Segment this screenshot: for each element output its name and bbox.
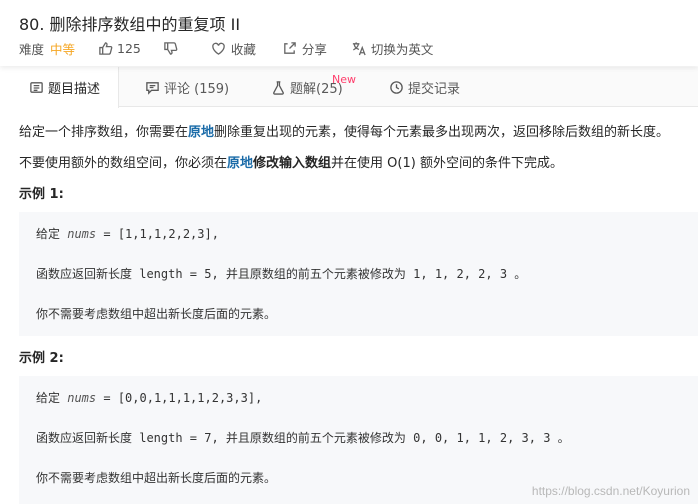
favorite-label: 收藏 (230, 41, 256, 57)
tab-label: 评论 (159) (164, 81, 230, 97)
tab-label: 提交记录 (408, 81, 461, 97)
tab-comments[interactable]: 评论 (159) (144, 67, 229, 107)
share-label: 分享 (301, 41, 327, 57)
translate-button[interactable]: 切换为英文 (351, 39, 434, 58)
code-line: 你不需要考虑数组中超出新长度后面的元素。 (36, 471, 277, 485)
example-1-title: 示例 1: (19, 187, 64, 202)
code-line: 给定 nums = [0,0,1,1,1,1,2,3,3], (36, 391, 263, 405)
like-button[interactable]: 125 (97, 40, 141, 56)
code-line: 函数应返回新长度 length = 7, 并且原数组的前五个元素被修改为 0, … (36, 431, 570, 445)
translate-label: 切换为英文 (370, 41, 434, 57)
flask-icon (270, 79, 286, 95)
tab-description[interactable]: 题目描述 (0, 67, 119, 108)
problem-header: 80. 删除排序数组中的重复项 II 难度 中等 125 收藏 分享 切换为英文 (0, 0, 698, 66)
tab-label: 题目描述 (48, 82, 101, 97)
difficulty-value: 中等 (50, 41, 76, 57)
code-line: 给定 nums = [1,1,1,2,2,3], (36, 227, 219, 241)
translate-icon (351, 40, 367, 56)
clock-icon (388, 79, 404, 95)
thumbs-up-icon (97, 40, 113, 56)
problem-meta: 难度 中等 125 收藏 分享 切换为英文 (19, 39, 433, 57)
like-count: 125 (117, 40, 141, 56)
example-2-title: 示例 2: (19, 351, 64, 366)
code-line: 你不需要考虑数组中超出新长度后面的元素。 (36, 307, 277, 321)
page-title: 80. 删除排序数组中的重复项 II (19, 15, 241, 34)
difficulty-label: 难度 (19, 41, 45, 57)
example-1-code: 给定 nums = [1,1,1,2,2,3], 函数应返回新长度 length… (19, 212, 698, 336)
share-button[interactable]: 分享 (282, 39, 327, 58)
tab-bar: 题目描述 评论 (159) 题解(25) New 提交记录 (0, 67, 698, 108)
code-line: 函数应返回新长度 length = 5, 并且原数组的前五个元素被修改为 1, … (36, 267, 527, 281)
description-paragraph-2: 不要使用额外的数组空间，你必须在原地修改输入数组并在使用 O(1) 额外空间的条… (19, 156, 563, 171)
comment-icon (144, 79, 160, 95)
tab-solutions[interactable]: 题解(25) New (270, 67, 356, 107)
share-icon (282, 40, 298, 56)
difficulty: 难度 中等 (19, 39, 75, 58)
description-paragraph-1: 给定一个排序数组，你需要在原地删除重复出现的元素，使得每个元素最多出现两次，返回… (19, 125, 670, 140)
document-icon (28, 80, 44, 96)
thumbs-down-icon (163, 40, 179, 56)
new-badge: New (332, 73, 356, 86)
watermark: https://blog.csdn.net/Koyurion (531, 484, 690, 498)
dislike-button[interactable] (163, 40, 183, 56)
tab-submissions[interactable]: 提交记录 (388, 67, 460, 107)
heart-icon (211, 40, 227, 56)
favorite-button[interactable]: 收藏 (211, 39, 256, 58)
